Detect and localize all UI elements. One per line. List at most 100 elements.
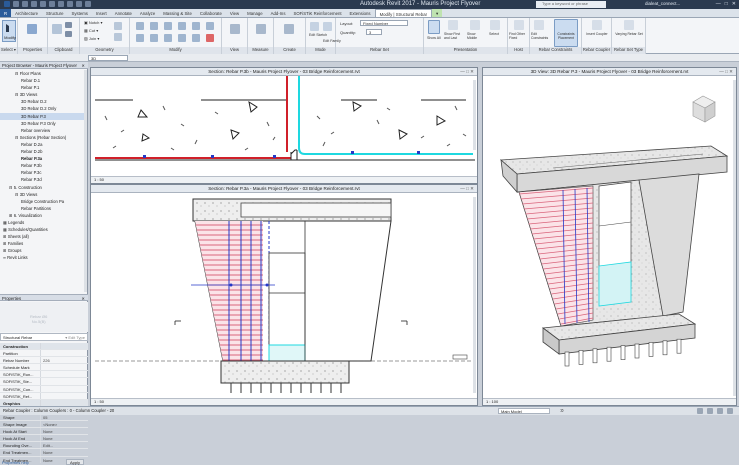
minimize-button[interactable]: — [716, 1, 721, 7]
align-icon[interactable] [136, 22, 144, 30]
view-3d-rebar-p3[interactable]: 3D View: 3D Rebar P.3 - Mauris Project F… [482, 67, 737, 406]
show-middle-icon[interactable] [470, 20, 480, 30]
property-value[interactable] [40, 350, 88, 357]
property-row[interactable]: Shape 05 [0, 413, 88, 422]
tree-node[interactable]: Rebar P.3d [0, 176, 86, 183]
user-account[interactable]: dialeat_connect... [645, 1, 680, 6]
property-value[interactable] [40, 385, 88, 392]
type-selector[interactable]: Structural Rebar ▾ Edit Type [0, 333, 88, 341]
tree-node[interactable]: ⊞ 6. Visualization [0, 212, 86, 219]
wall-joins-icon[interactable] [114, 22, 122, 30]
tree-node[interactable]: Rebar D.2a [0, 141, 86, 148]
view-section-p3b[interactable]: Section: Rebar P.3b - Mauris Project Fly… [90, 67, 478, 184]
section-icon[interactable] [85, 1, 91, 7]
view-canvas[interactable] [91, 193, 477, 398]
property-value[interactable] [40, 371, 88, 378]
view-control-bar[interactable]: 1 : 100 [483, 398, 736, 405]
print-icon[interactable] [49, 1, 55, 7]
ribbon-tab[interactable]: SOFiSTiK Reinforcement [289, 9, 345, 17]
view-scale[interactable]: 1 : 100 [486, 399, 498, 404]
view-canvas[interactable] [91, 76, 477, 176]
property-value[interactable] [40, 392, 88, 399]
property-row[interactable]: Partition [0, 350, 88, 358]
delete-icon[interactable] [206, 34, 214, 42]
view-selector[interactable]: 3D [88, 55, 128, 61]
tree-node[interactable]: ⊟ 5. Construction [0, 184, 86, 191]
tree-node[interactable]: Rebar Partitions [0, 205, 86, 212]
ribbon-tab[interactable]: R [0, 9, 12, 17]
show-all-icon[interactable] [428, 20, 440, 34]
view-canvas[interactable] [483, 76, 736, 398]
view-scale[interactable]: 1 : 50 [94, 399, 104, 404]
open-icon[interactable] [13, 1, 19, 7]
rotate-icon[interactable] [206, 22, 214, 30]
tree-node[interactable]: ▦ Schedules/Quantities [0, 226, 86, 233]
property-row[interactable]: SOFiSTiK_Ref... [0, 392, 88, 400]
search-input[interactable]: Type a keyword or phrase [536, 1, 606, 8]
ribbon-tab[interactable]: Insert [92, 9, 111, 17]
close-icon[interactable]: ✕ [81, 63, 85, 68]
view-window-controls[interactable]: — □ ✕ [460, 186, 474, 192]
maximize-button[interactable]: □ [725, 1, 728, 7]
tree-node[interactable]: ⊞ Groups [0, 247, 86, 254]
measure-tool-icon[interactable] [256, 24, 266, 34]
show-first-last-icon[interactable] [448, 20, 458, 30]
view-control-bar[interactable]: 1 : 50 [91, 176, 477, 183]
property-value[interactable]: Edit... [40, 442, 88, 449]
tree-node[interactable]: 3D Rebar D.2 Only [0, 105, 86, 112]
property-row[interactable]: SOFiSTiK_Ste... [0, 378, 88, 386]
property-value[interactable]: None [40, 428, 88, 435]
trim-icon[interactable] [136, 34, 144, 42]
copy-element-icon[interactable] [192, 22, 200, 30]
ribbon-tab[interactable]: ▾ [432, 9, 443, 17]
cut-button[interactable]: ▦ Cut ▾ [84, 28, 98, 33]
tree-node[interactable]: Rebar overview [0, 127, 86, 134]
property-row[interactable]: Schedule Mark [0, 364, 88, 372]
filter-icon[interactable] [697, 408, 703, 414]
view-icon[interactable] [230, 24, 240, 34]
ribbon-tab[interactable]: Architecture [11, 9, 42, 17]
view-window-controls[interactable]: — □ ✕ [719, 69, 733, 75]
drag-elements-icon[interactable] [727, 408, 733, 414]
tree-scrollbar[interactable] [84, 70, 87, 292]
tree-node[interactable]: ⊟ 3D Views [0, 191, 86, 198]
text-icon[interactable] [67, 1, 73, 7]
tree-node[interactable]: Rebar D.2b [0, 148, 86, 155]
property-value[interactable]: None [40, 435, 88, 442]
copy-icon[interactable] [65, 31, 72, 37]
ribbon-tab[interactable]: Extensions [346, 9, 375, 17]
properties-help-link[interactable]: Properties help [2, 460, 29, 465]
close-icon[interactable]: ✕ [81, 296, 85, 301]
paste-icon[interactable] [52, 24, 62, 34]
edit-type-button[interactable]: ▾ Edit Type [65, 334, 85, 341]
ribbon-tab[interactable]: Add-Ins [267, 9, 290, 17]
tree-node[interactable]: Rebar D.1 [0, 77, 86, 84]
select-links-icon[interactable] [707, 408, 713, 414]
property-row[interactable]: Rounding Ove... Edit... [0, 442, 88, 450]
redo-icon[interactable] [40, 1, 46, 7]
property-category[interactable]: Construction [0, 343, 88, 351]
mirror-icon[interactable] [164, 22, 172, 30]
tree-node[interactable]: ⊟ 3D Views [0, 91, 86, 98]
edit-constraints-icon[interactable] [534, 20, 544, 30]
quantity-input[interactable]: 3 [366, 29, 382, 35]
scale-icon[interactable] [178, 34, 186, 42]
pin-icon[interactable] [192, 34, 200, 42]
3d-view-icon[interactable] [76, 1, 82, 7]
tree-node[interactable]: ⊟ Floor Plans [0, 70, 86, 77]
ribbon-tab[interactable]: Systems [67, 9, 91, 17]
property-row[interactable]: Shape Image <None> [0, 421, 88, 429]
tree-node[interactable]: Rebar P.3b [0, 162, 86, 169]
find-other-fixed-icon[interactable] [514, 20, 524, 30]
ribbon-tab[interactable]: Annotate [111, 9, 136, 17]
property-value[interactable] [40, 364, 88, 371]
view-scale[interactable]: 1 : 50 [94, 177, 104, 182]
ribbon-tab[interactable]: View [226, 9, 243, 17]
property-row[interactable]: SOFiSTiK_Con... [0, 385, 88, 393]
join-button[interactable]: ▨ Join ▾ [84, 36, 99, 41]
cut-icon[interactable] [65, 22, 72, 28]
ribbon-tab[interactable]: Collaborate [196, 9, 226, 17]
ribbon-tab[interactable]: Manage [243, 9, 267, 17]
select-dropdown[interactable]: Select ▾ [0, 47, 17, 54]
property-row[interactable]: End Treatmen... None [0, 449, 88, 457]
